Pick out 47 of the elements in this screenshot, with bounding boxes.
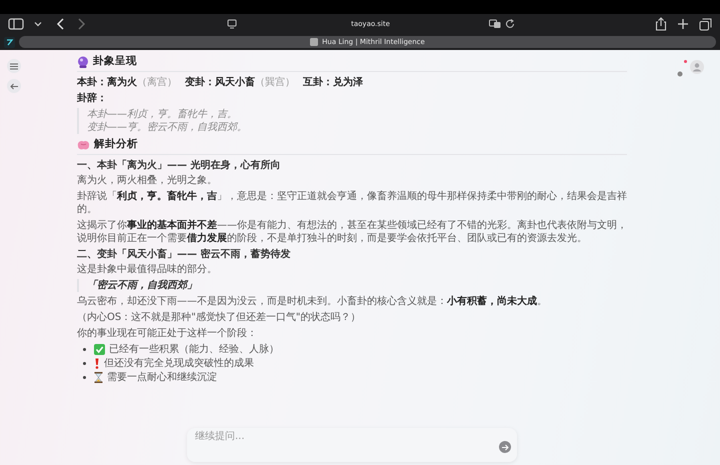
site-icon[interactable] [4, 36, 15, 48]
translate-icon[interactable] [488, 19, 500, 29]
notification-dot [684, 60, 687, 63]
paragraph: 这是卦象中最值得品味的部分。 [77, 263, 218, 276]
forward-icon[interactable] [76, 18, 86, 30]
hexagram-label: 本卦：离为火（离宫） [77, 76, 177, 89]
hexagram-label: 变卦：风天小畜（巽宫） [185, 76, 295, 89]
list-item-text: 但还没有完全兑现成突破性的成果 [104, 357, 254, 370]
quote-block: 本卦——利贞，亨。畜牝牛，吉。 变卦——亨。密云不雨，自我西郊。 [77, 108, 627, 134]
paragraph: 你的事业现在可能正处于这样一个阶段： [77, 327, 258, 340]
section-heading: 解卦分析 [94, 138, 138, 151]
bullet [83, 348, 86, 351]
paragraph: 卦辞说「利贞，亨。畜牝牛，吉」，意思是：坚守正道就会亨通，像畜养温顺的母牛那样保持柔中带刚的耐心，结果会是吉祥的。 [77, 190, 627, 216]
brain-icon [77, 138, 90, 150]
page-icon [226, 19, 236, 29]
hourglass-icon [94, 372, 103, 383]
paragraph: 这揭示了你事业的基本面并不差——你是有能力、有想法的，甚至在某些领域已经有了不错的光彩。离卦也代表依附与文明，说明你目前正在一个需要借力发展的阶段，不是单打独斗的时刻，而是要学会依托平台、团队或已有的资源去发光。 [77, 219, 627, 245]
message-input[interactable]: 继续提问... [187, 428, 517, 462]
reload-icon[interactable] [504, 19, 514, 29]
back-button[interactable] [7, 79, 21, 93]
paragraph: 离为火，两火相叠，光明之象。 [77, 174, 218, 187]
exclamation-icon [94, 358, 100, 369]
tabs-icon[interactable] [699, 18, 712, 30]
paragraph: 乌云密布，却还没下雨——不是因为没云，而是时机未到。小畜卦的核心含义就是：小有积蓄，尚未大成。 [77, 295, 548, 308]
arrow-left-icon [10, 82, 18, 90]
arrow-right-icon [502, 444, 508, 450]
sidebar-icon[interactable] [8, 18, 24, 30]
subheading: 二、变卦「风天小畜」—— 密云不雨，蓄势待发 [77, 248, 292, 261]
back-icon[interactable] [56, 18, 66, 30]
menu-icon [10, 62, 18, 70]
subheading: 一、本卦「离为火」—— 光明在身，心有所向 [77, 159, 282, 172]
menu-button[interactable] [7, 59, 21, 73]
quote-block: 「密云不雨，自我西郊」 [77, 279, 627, 292]
field-label: 卦辞： [77, 92, 108, 105]
checkmark-icon [94, 344, 105, 355]
plus-icon[interactable] [677, 18, 689, 30]
paragraph: （内心OS：这不就是那种"感觉快了但还差一口气"的状态吗？） [77, 311, 362, 324]
bullet [83, 376, 86, 379]
hexagram-label: 互卦：兑为泽 [303, 76, 363, 89]
list-item-text: 需要一点耐心和继续沉淀 [107, 371, 217, 384]
share-icon[interactable] [655, 17, 667, 31]
section-heading: 卦象呈现 [93, 55, 137, 68]
favicon-icon [310, 38, 318, 46]
chevron-down-icon[interactable] [34, 20, 42, 28]
list-item-text: 已经有一些积累（能力、经验、人脉） [109, 343, 279, 356]
crystal-ball-icon [77, 56, 89, 68]
bullet [83, 362, 86, 365]
